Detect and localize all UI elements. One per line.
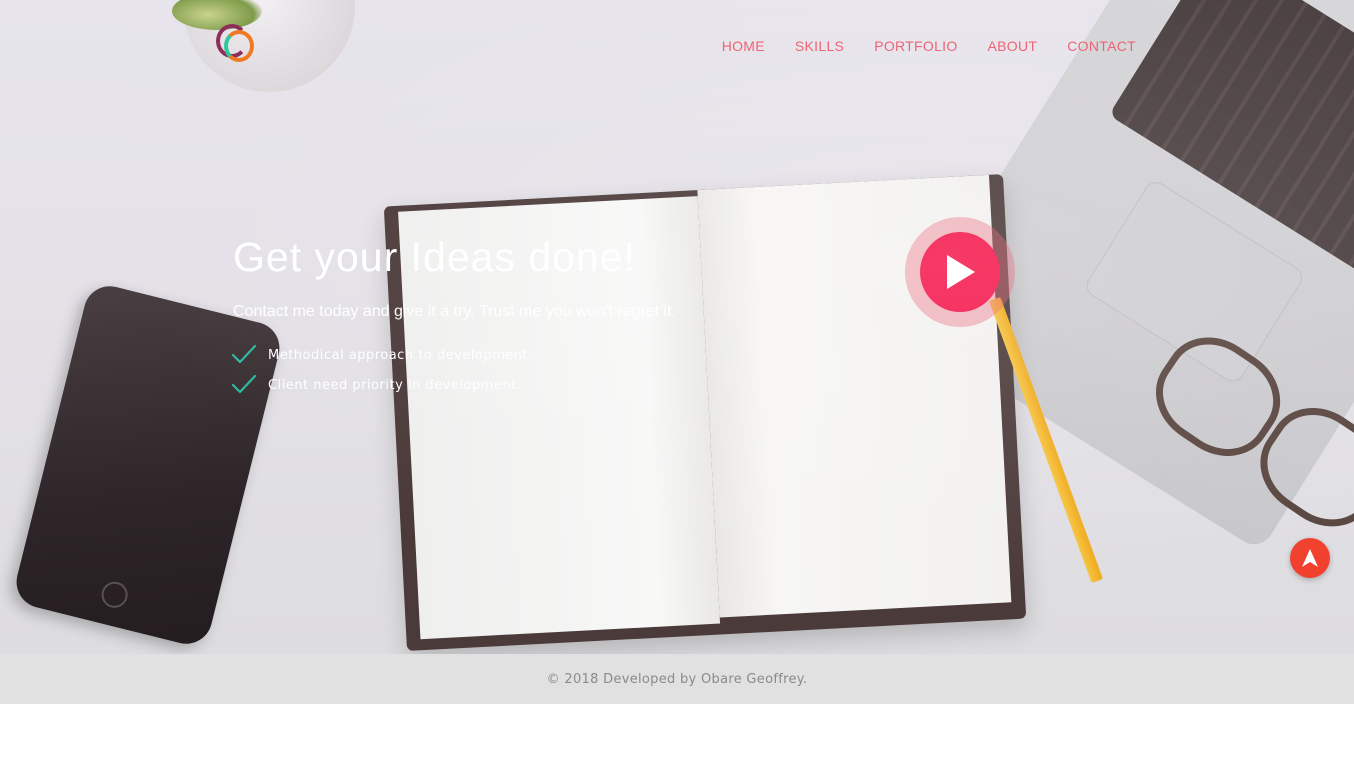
footer-copyright: © 2018 Developed by Obare Geoffrey. — [546, 671, 808, 687]
feature-text: Client need priority in development. — [268, 377, 522, 393]
footer: © 2018 Developed by Obare Geoffrey. — [0, 654, 1354, 704]
feature-text: Methodical approach to development. — [268, 347, 533, 363]
main-nav: HOME SKILLS PORTFOLIO ABOUT CONTACT — [722, 38, 1136, 54]
check-icon — [231, 344, 257, 364]
scroll-to-top-button[interactable] — [1290, 538, 1330, 578]
arrow-up-icon — [1302, 549, 1318, 567]
nav-item-home[interactable]: HOME — [722, 38, 765, 54]
nav-item-skills[interactable]: SKILLS — [795, 38, 844, 54]
play-video-button[interactable] — [905, 217, 1015, 327]
feature-item: Client need priority in development. — [231, 370, 533, 400]
nav-item-about[interactable]: ABOUT — [988, 38, 1038, 54]
logo-icon[interactable] — [212, 22, 256, 62]
play-button-core — [920, 232, 1000, 312]
phone-decoration — [11, 280, 285, 650]
play-icon — [947, 255, 975, 289]
feature-list: Methodical approach to development. Clie… — [231, 340, 533, 400]
hero-headline: Get your Ideas done! — [233, 234, 636, 280]
hero-section: HOME SKILLS PORTFOLIO ABOUT CONTACT Get … — [0, 0, 1354, 654]
hero-subline: Contact me today and give it a try. Trus… — [233, 303, 676, 320]
phone-home-button-decoration — [98, 579, 131, 611]
feature-item: Methodical approach to development. — [231, 340, 533, 370]
check-icon — [231, 374, 257, 394]
logo-ring-orange — [224, 30, 254, 62]
nav-item-portfolio[interactable]: PORTFOLIO — [874, 38, 957, 54]
nav-item-contact[interactable]: CONTACT — [1067, 38, 1136, 54]
